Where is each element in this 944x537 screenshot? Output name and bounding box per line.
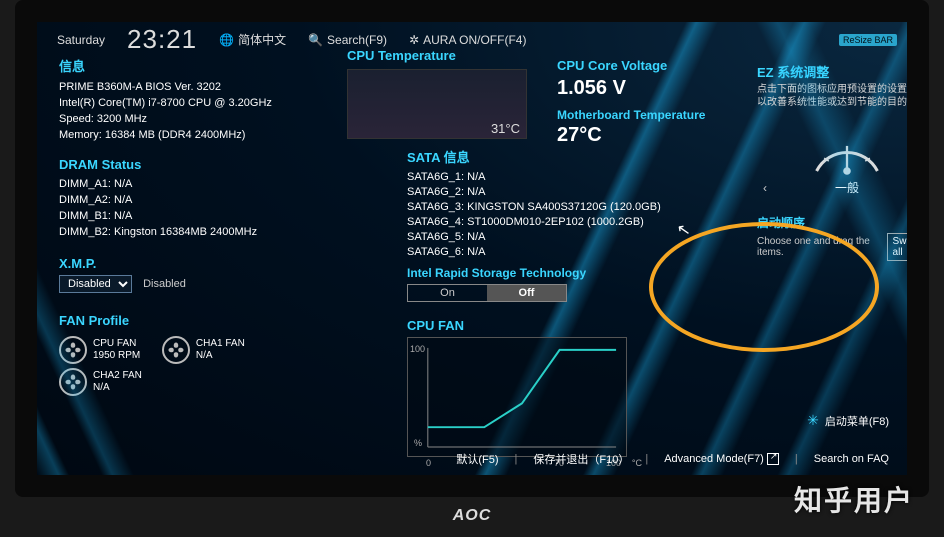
monitor-brand: AOC [453,507,492,525]
mode-prev-arrow-icon[interactable]: ‹ [757,181,773,195]
language-selector[interactable]: 🌐 简体中文 [219,31,286,48]
cha1-fan-label: CHA1 FAN [196,338,245,350]
cpu-fan-value: 1950 RPM [93,350,140,362]
burst-icon: ✳ [807,412,819,429]
fan-icon [59,368,87,396]
aura-icon: ✲ [409,33,419,47]
fan-profile-title: FAN Profile [59,313,309,328]
sata-1: SATA6G_1: N/A [407,170,597,185]
boot-hint: Choose one and drag the items. [757,236,887,258]
cursor-icon: ↖ [675,219,692,241]
dram-title: DRAM Status [59,157,309,172]
manual-fan-button[interactable]: 手动风扇调整 [437,477,521,497]
sata-6: SATA6G_6: N/A [407,245,597,260]
day-label: Saturday [57,33,105,47]
language-label: 简体中文 [238,31,286,48]
cha2-fan-label: CHA2 FAN [93,370,142,382]
advanced-mode-label: Advanced Mode(F7) [664,453,764,465]
x-tick-0: 0 [426,458,431,468]
cpu-temp-value: 31°C [491,121,520,136]
cha2-fan-item[interactable]: CHA2 FANN/A [59,368,142,396]
dimm-a1: DIMM_A1: N/A [59,176,309,192]
dimm-b1: DIMM_B1: N/A [59,208,309,224]
cha1-fan-item[interactable]: CHA1 FANN/A [162,336,245,364]
y-unit: % [414,438,422,448]
y-tick-100: 100 [410,344,425,354]
aura-toggle[interactable]: ✲ AURA ON/OFF(F4) [409,33,526,47]
fan-icon [59,336,87,364]
globe-icon: 🌐 [219,33,234,47]
cpu-fan-item[interactable]: CPU FAN1950 RPM [59,336,142,364]
cpu-fan-label: CPU FAN [93,338,140,350]
sata-4: SATA6G_4: ST1000DM010-2EP102 (1000.2GB) [407,215,597,230]
xmp-status: Disabled [143,278,186,290]
gauge-icon [809,127,885,177]
search-label: Search(F9) [327,33,387,47]
clock-time: 23:21 [127,24,197,55]
boot-menu-label: 启动菜单(F8) [825,413,889,429]
speed-info: Speed: 3200 MHz [59,111,309,127]
default-button[interactable]: 默认(F5) [456,451,498,467]
mb-temp-title: Motherboard Temperature [557,108,752,122]
watermark: 知乎用户 [794,479,914,519]
board-info: PRIME B360M-A BIOS Ver. 3202 [59,79,309,95]
ez-mode-selector[interactable]: ‹ 一般 › [757,179,929,196]
search-faq-button[interactable]: Search on FAQ [814,453,889,465]
search-icon: 🔍 [308,33,323,47]
cha2-fan-value: N/A [93,382,142,394]
sata-title: SATA 信息 [407,147,597,166]
dimm-a2: DIMM_A2: N/A [59,192,309,208]
irst-toggle[interactable]: On Off [407,284,567,302]
mb-temp-value: 27°C [557,124,752,147]
sata-3: SATA6G_3: KINGSTON SA400S37120G (120.0GB… [407,200,597,215]
fan-icon [162,336,190,364]
cpu-info: Intel(R) Core(TM) i7-8700 CPU @ 3.20GHz [59,95,309,111]
aura-label: AURA ON/OFF(F4) [423,33,526,47]
irst-off[interactable]: Off [487,285,566,301]
search-button[interactable]: 🔍 Search(F9) [308,33,387,47]
ez-mode-label: 一般 [835,179,859,196]
resize-bar-badge[interactable]: ReSize BAR [839,34,897,46]
save-exit-button[interactable]: 保存并退出（F10） [533,451,629,467]
footer: 默认(F5) | 保存并退出（F10） | Advanced Mode(F7) … [456,451,889,467]
memory-info: Memory: 16384 MB (DDR4 2400MHz) [59,127,309,143]
cha1-fan-value: N/A [196,350,245,362]
switch-all-button[interactable]: Switch all [887,233,929,261]
ez-title: EZ 系统调整 [757,62,929,81]
dimm-b2: DIMM_B2: Kingston 16384MB 2400MHz [59,224,309,240]
boot-title: 启动顺序 [757,214,929,231]
sata-5: SATA6G_5: N/A [407,230,597,245]
irst-title: Intel Rapid Storage Technology [407,266,597,280]
advanced-mode-button[interactable]: Advanced Mode(F7) [664,453,779,465]
irst-on[interactable]: On [408,285,487,301]
xmp-title: X.M.P. [59,256,309,271]
cpu-fan-graph[interactable]: 100 % 0 70 100 °C [407,337,627,457]
mode-next-arrow-icon[interactable]: › [921,181,929,195]
xmp-select[interactable]: Disabled [59,275,132,293]
popout-icon [767,453,779,465]
voltage-value: 1.056 V [557,77,752,100]
cpu-fan-graph-title: CPU FAN [407,318,597,333]
cpu-temp-graph: 31°C [347,69,527,139]
sysinfo-title: 信息 [59,56,309,75]
voltage-title: CPU Core Voltage [557,58,752,73]
boot-menu-button[interactable]: ✳ 启动菜单(F8) [807,412,889,429]
sata-2: SATA6G_2: N/A [407,185,597,200]
ez-desc: 点击下面的图标应用预设置的设置文件，以改善系统性能或达到节能的目的 [757,83,929,109]
